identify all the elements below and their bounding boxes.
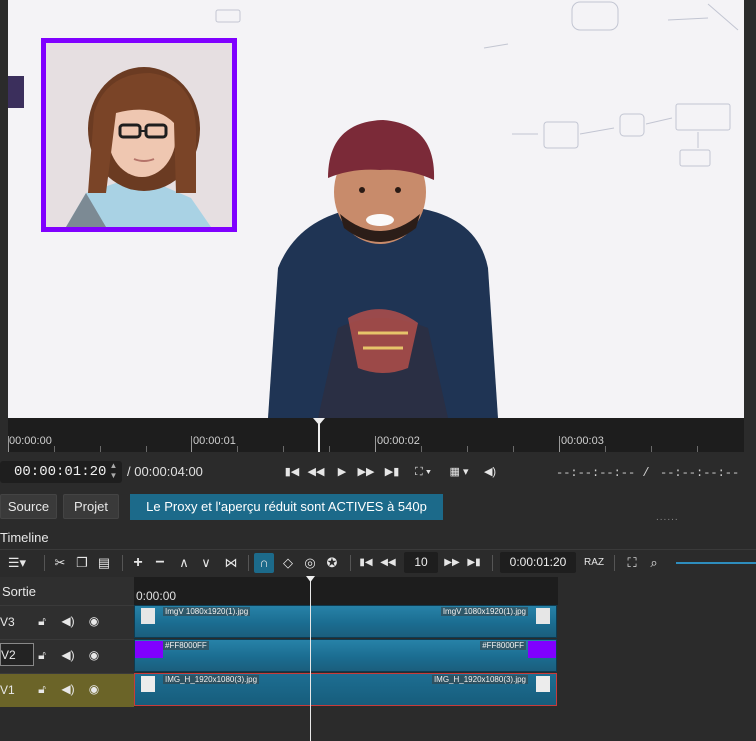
fit-timeline-icon[interactable]: ⛶ [624, 553, 640, 573]
rewind-icon[interactable]: ◀◀ [306, 462, 326, 482]
ruler-tick [559, 436, 560, 452]
play-icon[interactable]: ▶ [332, 462, 352, 482]
clip-v3[interactable]: ImgV 1080x1920(1).jpg ImgV 1080x1920(1).… [134, 605, 557, 638]
color-clip-thumbnail-start [135, 641, 163, 658]
ripple-icon[interactable]: ◇ [280, 553, 296, 573]
cut-icon[interactable]: ✂ [52, 553, 68, 573]
clip-label-left: IMG_H_1920x1080(3).jpg [163, 675, 260, 684]
ruler-start-label: 0:00:00 [136, 589, 177, 603]
add-icon[interactable]: + [130, 553, 146, 573]
volume-icon[interactable]: ◀) [480, 462, 500, 482]
tab-project[interactable]: Projet [63, 494, 119, 519]
monitor-tabs: Source Projet Le Proxy et l'aperçu rédui… [0, 492, 756, 523]
ruler-tick [191, 436, 192, 452]
kdenlive-window: 00:00:00 00:00:01 00:00:02 00:00:03 00:0… [0, 0, 756, 741]
track-header-v1[interactable]: V1 🔓︎ ◀) ◉ [0, 673, 134, 707]
monitor-playhead[interactable] [313, 418, 325, 452]
overwrite-icon[interactable]: ∨ [198, 553, 214, 573]
skip-start-icon[interactable]: ▮◀ [282, 462, 302, 482]
proxy-status-banner: Le Proxy et l'aperçu réduit sont ACTIVES… [130, 494, 443, 520]
timeline-playhead-handle[interactable] [306, 576, 315, 582]
monitor-ruler[interactable]: 00:00:00 00:00:01 00:00:02 00:00:03 [8, 418, 744, 452]
lock-icon[interactable]: 🔓︎ [34, 613, 50, 629]
panel-grip[interactable]: ...... [656, 512, 679, 523]
clip-thumbnail-start [141, 676, 155, 692]
lock-icon[interactable]: 🔓︎ [34, 681, 50, 697]
color-clip-thumbnail-end [528, 641, 556, 658]
ruler-tick [375, 436, 376, 452]
track-header-v2[interactable]: V2 🔓︎ ◀) ◉ [0, 639, 134, 673]
zoom-fit-icon[interactable]: ⛶ ▾ [408, 462, 438, 482]
clip-label-right: IMG_H_1920x1080(3).jpg [431, 675, 528, 684]
timeline-playhead[interactable] [310, 577, 311, 741]
snap-magnet-icon[interactable]: ∩ [254, 553, 274, 573]
output-track-header[interactable]: Sortie [0, 577, 134, 605]
track-lanes[interactable]: 0:00:00 ImgV 1080x1920(1).jpg ImgV 1080x… [134, 577, 756, 741]
mute-icon[interactable]: ◀) [60, 681, 76, 697]
output-label: Sortie [2, 584, 36, 599]
timecode-field[interactable]: 00:00:01:20 [0, 461, 122, 483]
lift-icon[interactable]: ∧ [176, 553, 192, 573]
menu-icon[interactable]: ☰▾ [2, 553, 32, 573]
grid-icon[interactable]: ▦ ▾ [444, 462, 474, 482]
rewind-icon[interactable]: ◀◀ [380, 553, 396, 573]
timeline-toolbar: ☰▾ ✂ ❐ ▤ + − ∧ ∨ ⋈ ∩ ◇ ◎ ✪ ▮◀ ◀◀ 10 ▶▶ ▶… [0, 549, 756, 576]
out-point: --:--:--:-- [660, 466, 740, 480]
transport-bar: 00:00:01:20 ▲ ▼ / 00:00:04:00 ▮◀ ◀◀ ▶ ▶▶ … [0, 456, 756, 488]
woman-portrait-image [46, 43, 232, 227]
timecode-value: 00:00:01:20 [14, 464, 107, 480]
track-header-v3[interactable]: V3 🔓︎ ◀) ◉ [0, 605, 134, 639]
ruler-label: 00:00:03 [561, 435, 604, 447]
fast-forward-icon[interactable]: ▶▶ [356, 462, 376, 482]
clip-thumbnail-end [536, 608, 550, 624]
ruler-label: 00:00:02 [377, 435, 420, 447]
in-point: --:--:--:-- / [556, 466, 650, 480]
clip-label-left: #FF8000FF [163, 641, 209, 650]
reset-button[interactable]: RAZ [582, 553, 606, 573]
remove-icon[interactable]: − [152, 553, 168, 573]
skip-start-icon[interactable]: ▮◀ [358, 553, 374, 573]
project-monitor[interactable] [8, 0, 744, 418]
zoom-level-field[interactable]: 10 [404, 552, 438, 573]
lock-icon[interactable]: 🔓︎ [34, 647, 50, 663]
eye-icon[interactable]: ◉ [86, 647, 102, 663]
paste-icon[interactable]: ▤ [96, 553, 112, 573]
timeline-tracks: Sortie V3 🔓︎ ◀) ◉ V2 🔓︎ ◀) ◉ V1 🔓︎ ◀) ◉ [0, 577, 756, 741]
zoom-slider[interactable] [676, 562, 756, 564]
clip-label-right: ImgV 1080x1920(1).jpg [440, 607, 528, 616]
scrub-icon[interactable]: ◎ [302, 553, 318, 573]
clip-label-left: ImgV 1080x1920(1).jpg [163, 607, 251, 616]
copy-icon[interactable]: ❐ [74, 553, 90, 573]
eye-icon[interactable]: ◉ [86, 613, 102, 629]
skip-end-icon[interactable]: ▶▮ [382, 462, 402, 482]
man-in-beanie-image [268, 120, 498, 418]
fast-forward-icon[interactable]: ▶▶ [444, 553, 460, 573]
total-duration: / 00:00:04:00 [127, 464, 203, 479]
track-name: V3 [0, 615, 15, 629]
split-icon[interactable]: ⋈ [222, 553, 240, 573]
skip-end-icon[interactable]: ▶▮ [466, 553, 482, 573]
track-name-editor[interactable]: V2 [0, 643, 34, 666]
clip-v2[interactable]: #FF8000FF #FF8000FF [134, 639, 557, 672]
eye-icon[interactable]: ◉ [86, 681, 102, 697]
mute-icon[interactable]: ◀) [60, 647, 76, 663]
clip-thumbnail-start [141, 608, 155, 624]
record-audio-icon[interactable]: ✪ [324, 553, 340, 573]
mute-icon[interactable]: ◀) [60, 613, 76, 629]
track-name: V1 [0, 683, 15, 697]
clip-v1[interactable]: IMG_H_1920x1080(3).jpg IMG_H_1920x1080(3… [134, 673, 557, 706]
timeline-timecode-field[interactable]: 0:00:01:20 [500, 552, 576, 573]
tab-source[interactable]: Source [0, 494, 57, 519]
zoom-out-icon[interactable]: ⌕ [646, 553, 662, 573]
ruler-label: 00:00:01 [193, 435, 236, 447]
ruler-label: 00:00:00 [9, 435, 52, 447]
track-headers: Sortie V3 🔓︎ ◀) ◉ V2 🔓︎ ◀) ◉ V1 🔓︎ ◀) ◉ [0, 577, 134, 741]
clip-thumbnail-end [536, 676, 550, 692]
timecode-spinner[interactable]: ▲ ▼ [107, 461, 120, 483]
timeline-title: Timeline [0, 530, 49, 545]
picture-in-picture-frame[interactable] [41, 38, 237, 232]
timeline-ruler[interactable]: 0:00:00 [134, 577, 558, 605]
clip-label-right: #FF8000FF [480, 641, 526, 650]
